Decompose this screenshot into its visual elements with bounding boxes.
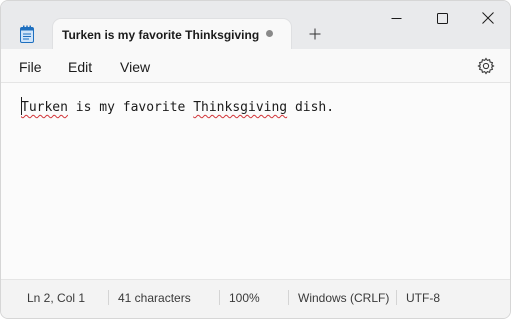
title-bar: Turken is my favorite Thinksgiving [1, 1, 510, 50]
line-ending[interactable]: Windows (CRLF) [298, 291, 389, 305]
text-segment: is my favorite [67, 100, 194, 115]
maximize-icon [436, 12, 448, 24]
status-divider [219, 290, 220, 305]
menu-bar: File Edit View [1, 49, 510, 83]
close-button[interactable] [465, 1, 510, 35]
zoom-level[interactable]: 100% [229, 291, 260, 305]
misspelled-word[interactable]: Turken [21, 100, 68, 115]
tab-title: Turken is my favorite Thinksgiving [62, 28, 260, 42]
gear-icon[interactable] [477, 57, 495, 75]
menu-edit[interactable]: Edit [68, 59, 92, 75]
tab-document[interactable]: Turken is my favorite Thinksgiving [53, 19, 291, 50]
text-editor[interactable]: Turken is my favorite Thinksgiving dish. [1, 83, 510, 279]
status-divider [288, 290, 289, 305]
minimize-icon [391, 17, 401, 19]
new-tab-button[interactable] [303, 22, 327, 46]
menu-view[interactable]: View [120, 59, 150, 75]
text-segment: dish. [287, 100, 335, 115]
minimize-button[interactable] [373, 1, 419, 35]
document-text[interactable]: Turken is my favorite Thinksgiving dish. [21, 100, 334, 115]
unsaved-dot-icon[interactable] [266, 30, 273, 37]
encoding[interactable]: UTF-8 [406, 291, 440, 305]
status-bar: Ln 2, Col 1 41 characters 100% Windows (… [1, 279, 510, 318]
cursor-position: Ln 2, Col 1 [27, 291, 86, 305]
status-divider [396, 290, 397, 305]
misspelled-word[interactable]: Thinksgiving [193, 100, 287, 115]
character-count: 41 characters [118, 291, 191, 305]
close-icon [482, 12, 494, 24]
notepad-icon [19, 25, 35, 43]
notepad-window: Turken is my favorite Thinksgiving File … [0, 0, 511, 319]
status-divider [108, 290, 109, 305]
maximize-button[interactable] [419, 1, 465, 35]
menu-file[interactable]: File [19, 59, 42, 75]
plus-icon [309, 28, 321, 40]
